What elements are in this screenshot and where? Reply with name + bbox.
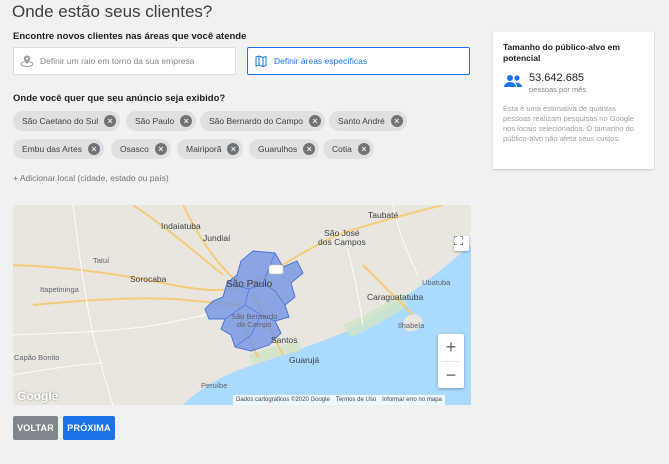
map-data-credit: Dados cartográficos ©2020 Google <box>236 397 330 403</box>
remove-chip-icon[interactable]: × <box>88 143 101 155</box>
map-label-taubate: Taubaté <box>368 210 399 220</box>
map-label-sorocaba: Sorocaba <box>130 274 167 284</box>
map-label-tatui: Tatuí <box>93 256 110 265</box>
map-label-sao-paulo: São Paulo <box>226 279 273 290</box>
remove-chip-icon[interactable]: × <box>390 115 403 127</box>
location-radius-icon <box>20 54 34 68</box>
map-label-itapetininga: Itapetininga <box>40 285 79 294</box>
zoom-controls: + − <box>438 334 464 388</box>
map-label-sbc: São Bernardo do Campo <box>231 312 278 329</box>
map-label-jundiai: Jundiaí <box>203 233 231 243</box>
location-chip[interactable]: Guarulhos × <box>249 139 320 159</box>
map-label-ubatuba: Ubatuba <box>422 278 451 287</box>
location-chip[interactable]: Santo André × <box>329 111 407 131</box>
map-pin-areas-icon <box>254 54 268 68</box>
remove-chip-icon[interactable]: × <box>104 115 117 127</box>
location-chip[interactable]: São Paulo × <box>126 111 197 131</box>
remove-chip-icon[interactable]: × <box>154 143 167 155</box>
zoom-out-button[interactable]: − <box>438 362 464 389</box>
audience-size-card: Tamanho do público-alvo em potencial 53.… <box>493 32 654 169</box>
map-label-ilhabela: Ilhabela <box>398 321 425 330</box>
specific-areas-label: Definir áreas específicas <box>274 56 368 66</box>
map-label-capao-bonito: Capão Bonito <box>14 353 60 362</box>
location-chip[interactable]: Osasco × <box>111 139 171 159</box>
specific-areas-option[interactable]: Definir áreas específicas <box>247 47 470 75</box>
remove-chip-icon[interactable]: × <box>309 115 322 127</box>
map-label-sjc: São José dos Campos <box>318 228 366 247</box>
map-label-indaiatuba: Indaiatuba <box>161 221 201 231</box>
highway-shield <box>268 264 284 275</box>
map-label-peruibe: Peruíbe <box>201 381 228 390</box>
next-button[interactable]: PRÓXIMA <box>63 416 115 440</box>
google-logo: Google <box>17 389 59 403</box>
map-canvas <box>13 205 471 405</box>
location-chip[interactable]: Cotia × <box>323 139 374 159</box>
audience-count: 53.642.685 <box>529 72 585 84</box>
remove-chip-icon[interactable]: × <box>180 115 193 127</box>
location-chip[interactable]: São Bernardo do Campo × <box>200 111 326 131</box>
audience-description: Esta é uma estimativa de quantas pessoas… <box>503 104 634 143</box>
find-customers-label: Encontre novos clientes nas áreas que vo… <box>13 31 247 42</box>
back-button[interactable]: VOLTAR <box>13 416 58 440</box>
location-chip[interactable]: Mairiporã × <box>177 139 244 159</box>
remove-chip-icon[interactable]: × <box>357 143 370 155</box>
terms-link[interactable]: Termos de Uso <box>336 397 376 403</box>
map-label-santos: Santos <box>271 335 298 345</box>
report-error-link[interactable]: Informar erro no mapa <box>382 397 442 403</box>
map-label-guaruja: Guarujá <box>289 355 320 365</box>
remove-chip-icon[interactable]: × <box>303 143 316 155</box>
zoom-in-button[interactable]: + <box>438 334 464 361</box>
audience-title: Tamanho do público-alvo em potencial <box>503 42 620 63</box>
page-title: Onde estão seus clientes? <box>12 2 213 21</box>
where-label: Onde você quer que seu anúncio seja exib… <box>13 93 226 104</box>
fullscreen-button[interactable] <box>454 236 469 251</box>
location-chip[interactable]: Embu das Artes × <box>13 139 105 159</box>
add-location-link[interactable]: + Adicionar local (cidade, estado ou paí… <box>13 173 169 183</box>
location-chip[interactable]: São Caetano do Sul × <box>13 111 121 131</box>
radius-option[interactable]: Definir um raio em torno da sua empresa <box>13 47 236 75</box>
map[interactable]: Taubaté Indaiatuba Jundiaí São José dos … <box>13 205 471 405</box>
audience-count-row: 53.642.685 pessoas por mês <box>503 72 644 94</box>
audience-unit: pessoas por mês <box>529 85 587 94</box>
people-icon <box>503 74 523 93</box>
remove-chip-icon[interactable]: × <box>227 143 240 155</box>
radius-option-label: Definir um raio em torno da sua empresa <box>40 56 195 66</box>
map-attribution: Dados cartográficos ©2020 Google Termos … <box>233 395 445 405</box>
map-label-caraguatatuba: Caraguatatuba <box>367 292 424 302</box>
fullscreen-icon <box>454 236 463 245</box>
